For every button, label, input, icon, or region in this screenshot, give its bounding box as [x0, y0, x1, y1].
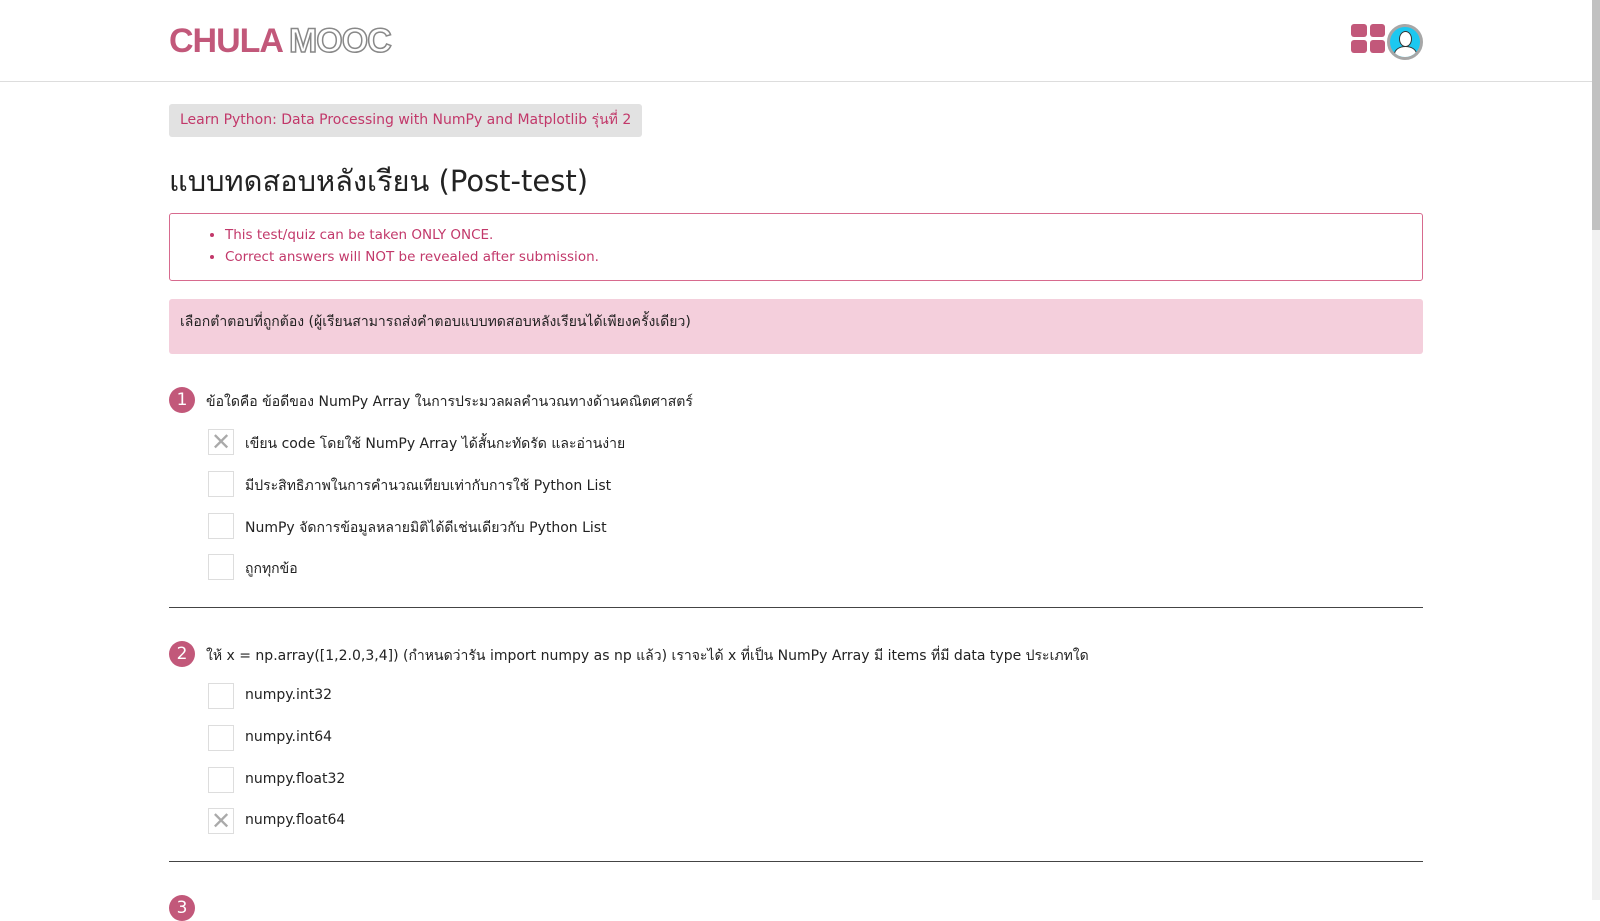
course-breadcrumb[interactable]: Learn Python: Data Processing with NumPy… [169, 104, 643, 137]
scrollbar-thumb[interactable] [1592, 0, 1600, 230]
option-label: มีประสิทธิภาพในการคำนวณเทียบเท่ากับการใช… [245, 478, 612, 494]
option-label: numpy.float32 [245, 771, 346, 787]
question-number-badge: 3 [169, 895, 195, 921]
logo-text-mooc: MOOC [288, 21, 392, 61]
option-label: numpy.int64 [245, 729, 333, 745]
option-label: numpy.int32 [245, 687, 333, 703]
answer-checkbox[interactable] [208, 554, 234, 580]
answer-checkbox-checked[interactable]: ✕ [208, 429, 234, 455]
quiz-notice: This test/quiz can be taken ONLY ONCE. C… [169, 213, 1423, 281]
answer-checkbox[interactable] [208, 725, 234, 751]
instruction-banner: เลือกตำตอบที่ถูกต้อง (ผู้เรียนสามารถส่งค… [169, 299, 1423, 354]
chula-mooc-logo[interactable]: CHULA MOOC [169, 21, 393, 61]
option-label: เขียน code โดยใช้ NumPy Array ได้สั้นกะท… [245, 436, 626, 452]
question-divider [169, 607, 1423, 608]
question-text: ข้อใดคือ ข้อดีของ NumPy Array ในการประมว… [206, 394, 693, 410]
answer-checkbox[interactable] [208, 767, 234, 793]
page-title: แบบทดสอบหลังเรียน (Post-test) [169, 164, 589, 198]
option-label: NumPy จัดการข้อมูลหลายมิติได้ดีเช่นเดียว… [245, 520, 607, 536]
option-label: numpy.float64 [245, 812, 346, 828]
answer-checkbox[interactable] [208, 513, 234, 539]
user-avatar[interactable] [1387, 24, 1423, 60]
question-divider [169, 861, 1423, 862]
top-header: CHULA MOOC [0, 0, 1592, 82]
notice-item: This test/quiz can be taken ONLY ONCE. [225, 224, 1422, 246]
option-label: ถูกทุกข้อ [245, 561, 298, 577]
question-number-badge: 2 [169, 641, 195, 667]
answer-checkbox-checked[interactable]: ✕ [208, 808, 234, 834]
question-text: ให้ x = np.array([1,2.0,3,4]) (กำหนดว่าร… [206, 648, 1089, 664]
question-number-badge: 1 [169, 387, 195, 413]
apps-grid-icon[interactable] [1351, 24, 1385, 53]
answer-checkbox[interactable] [208, 683, 234, 709]
notice-item: Correct answers will NOT be revealed aft… [225, 246, 1422, 268]
logo-text-chula: CHULA [169, 22, 284, 60]
answer-checkbox[interactable] [208, 471, 234, 497]
